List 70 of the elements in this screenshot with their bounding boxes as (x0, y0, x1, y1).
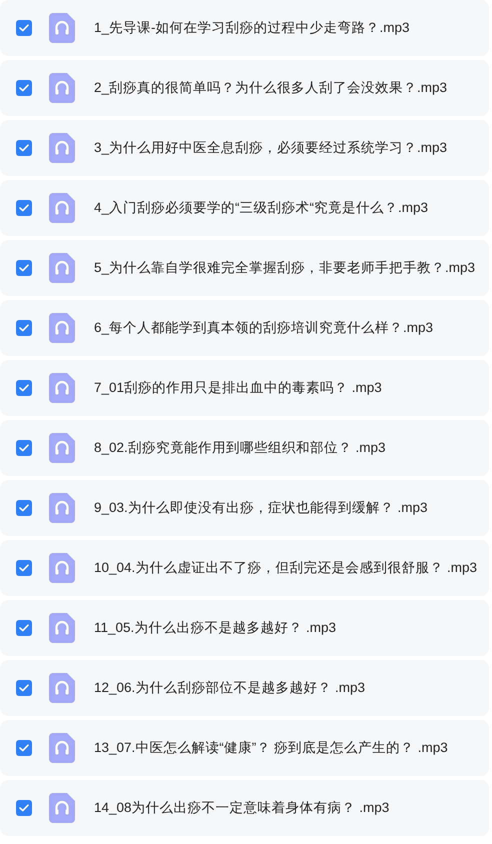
file-row[interactable]: 8_02.刮痧究竟能作用到哪些组织和部位？ .mp3 (0, 420, 489, 476)
checkbox[interactable] (16, 440, 32, 456)
audio-file-icon (49, 133, 75, 163)
checkbox[interactable] (16, 560, 32, 576)
audio-file-icon (49, 373, 75, 403)
check-icon (19, 744, 29, 752)
check-icon (19, 24, 29, 32)
audio-file-icon (49, 73, 75, 103)
file-name: 6_每个人都能学到真本领的刮痧培训究竟什么样？.mp3 (94, 318, 434, 337)
check-icon (19, 684, 29, 692)
checkbox[interactable] (16, 500, 32, 516)
check-icon (19, 84, 29, 92)
file-row[interactable]: 10_04.为什么虚证出不了痧，但刮完还是会感到很舒服？ .mp3 (0, 540, 489, 596)
file-row[interactable]: 7_01刮痧的作用只是排出血中的毒素吗？ .mp3 (0, 360, 489, 416)
audio-file-icon (49, 253, 75, 283)
check-icon (19, 504, 29, 512)
checkbox[interactable] (16, 620, 32, 636)
audio-file-icon (49, 493, 75, 523)
file-name: 14_08为什么出痧不一定意味着身体有病？ .mp3 (94, 798, 390, 817)
audio-file-icon (49, 553, 75, 583)
file-name: 5_为什么靠自学很难完全掌握刮痧，非要老师手把手教？.mp3 (94, 258, 476, 277)
file-row[interactable]: 12_06.为什么刮痧部位不是越多越好？ .mp3 (0, 660, 489, 716)
file-row[interactable]: 6_每个人都能学到真本领的刮痧培训究竟什么样？.mp3 (0, 300, 489, 356)
file-row[interactable]: 5_为什么靠自学很难完全掌握刮痧，非要老师手把手教？.mp3 (0, 240, 489, 296)
file-name: 13_07.中医怎么解读“健康”？ 痧到底是怎么产生的？ .mp3 (94, 738, 448, 757)
checkbox[interactable] (16, 260, 32, 276)
file-row[interactable]: 11_05.为什么出痧不是越多越好？ .mp3 (0, 600, 489, 656)
file-row[interactable]: 14_08为什么出痧不一定意味着身体有病？ .mp3 (0, 780, 489, 836)
file-name: 9_03.为什么即使没有出痧，症状也能得到缓解？ .mp3 (94, 498, 428, 517)
file-row[interactable]: 9_03.为什么即使没有出痧，症状也能得到缓解？ .mp3 (0, 480, 489, 536)
checkbox[interactable] (16, 320, 32, 336)
file-row[interactable]: 3_为什么用好中医全息刮痧，必须要经过系统学习？.mp3 (0, 120, 489, 176)
check-icon (19, 564, 29, 572)
checkbox[interactable] (16, 20, 32, 36)
file-name: 8_02.刮痧究竟能作用到哪些组织和部位？ .mp3 (94, 438, 386, 457)
check-icon (19, 804, 29, 812)
file-row[interactable]: 2_刮痧真的很简单吗？为什么很多人刮了会没效果？.mp3 (0, 60, 489, 116)
checkbox[interactable] (16, 740, 32, 756)
audio-file-icon (49, 193, 75, 223)
check-icon (19, 144, 29, 152)
check-icon (19, 624, 29, 632)
audio-file-icon (49, 733, 75, 763)
file-name: 12_06.为什么刮痧部位不是越多越好？ .mp3 (94, 678, 366, 697)
file-name: 4_入门刮痧必须要学的“三级刮痧术“究竟是什么？.mp3 (94, 198, 428, 217)
check-icon (19, 444, 29, 452)
file-name: 3_为什么用好中医全息刮痧，必须要经过系统学习？.mp3 (94, 138, 448, 157)
file-name: 10_04.为什么虚证出不了痧，但刮完还是会感到很舒服？ .mp3 (94, 558, 478, 577)
check-icon (19, 384, 29, 392)
checkbox[interactable] (16, 80, 32, 96)
file-name: 2_刮痧真的很简单吗？为什么很多人刮了会没效果？.mp3 (94, 78, 448, 97)
file-row[interactable]: 13_07.中医怎么解读“健康”？ 痧到底是怎么产生的？ .mp3 (0, 720, 489, 776)
audio-file-icon (49, 673, 75, 703)
audio-file-icon (49, 313, 75, 343)
audio-file-icon (49, 13, 75, 43)
audio-file-icon (49, 793, 75, 823)
check-icon (19, 264, 29, 272)
audio-file-icon (49, 433, 75, 463)
checkbox[interactable] (16, 140, 32, 156)
checkbox[interactable] (16, 200, 32, 216)
file-row[interactable]: 4_入门刮痧必须要学的“三级刮痧术“究竟是什么？.mp3 (0, 180, 489, 236)
audio-file-icon (49, 613, 75, 643)
checkbox[interactable] (16, 380, 32, 396)
file-name: 7_01刮痧的作用只是排出血中的毒素吗？ .mp3 (94, 378, 382, 397)
file-name: 11_05.为什么出痧不是越多越好？ .mp3 (94, 618, 336, 637)
checkbox[interactable] (16, 680, 32, 696)
file-name: 1_先导课-如何在学习刮痧的过程中少走弯路？.mp3 (94, 18, 410, 37)
checkbox[interactable] (16, 800, 32, 816)
file-row[interactable]: 1_先导课-如何在学习刮痧的过程中少走弯路？.mp3 (0, 0, 489, 56)
check-icon (19, 324, 29, 332)
check-icon (19, 204, 29, 212)
